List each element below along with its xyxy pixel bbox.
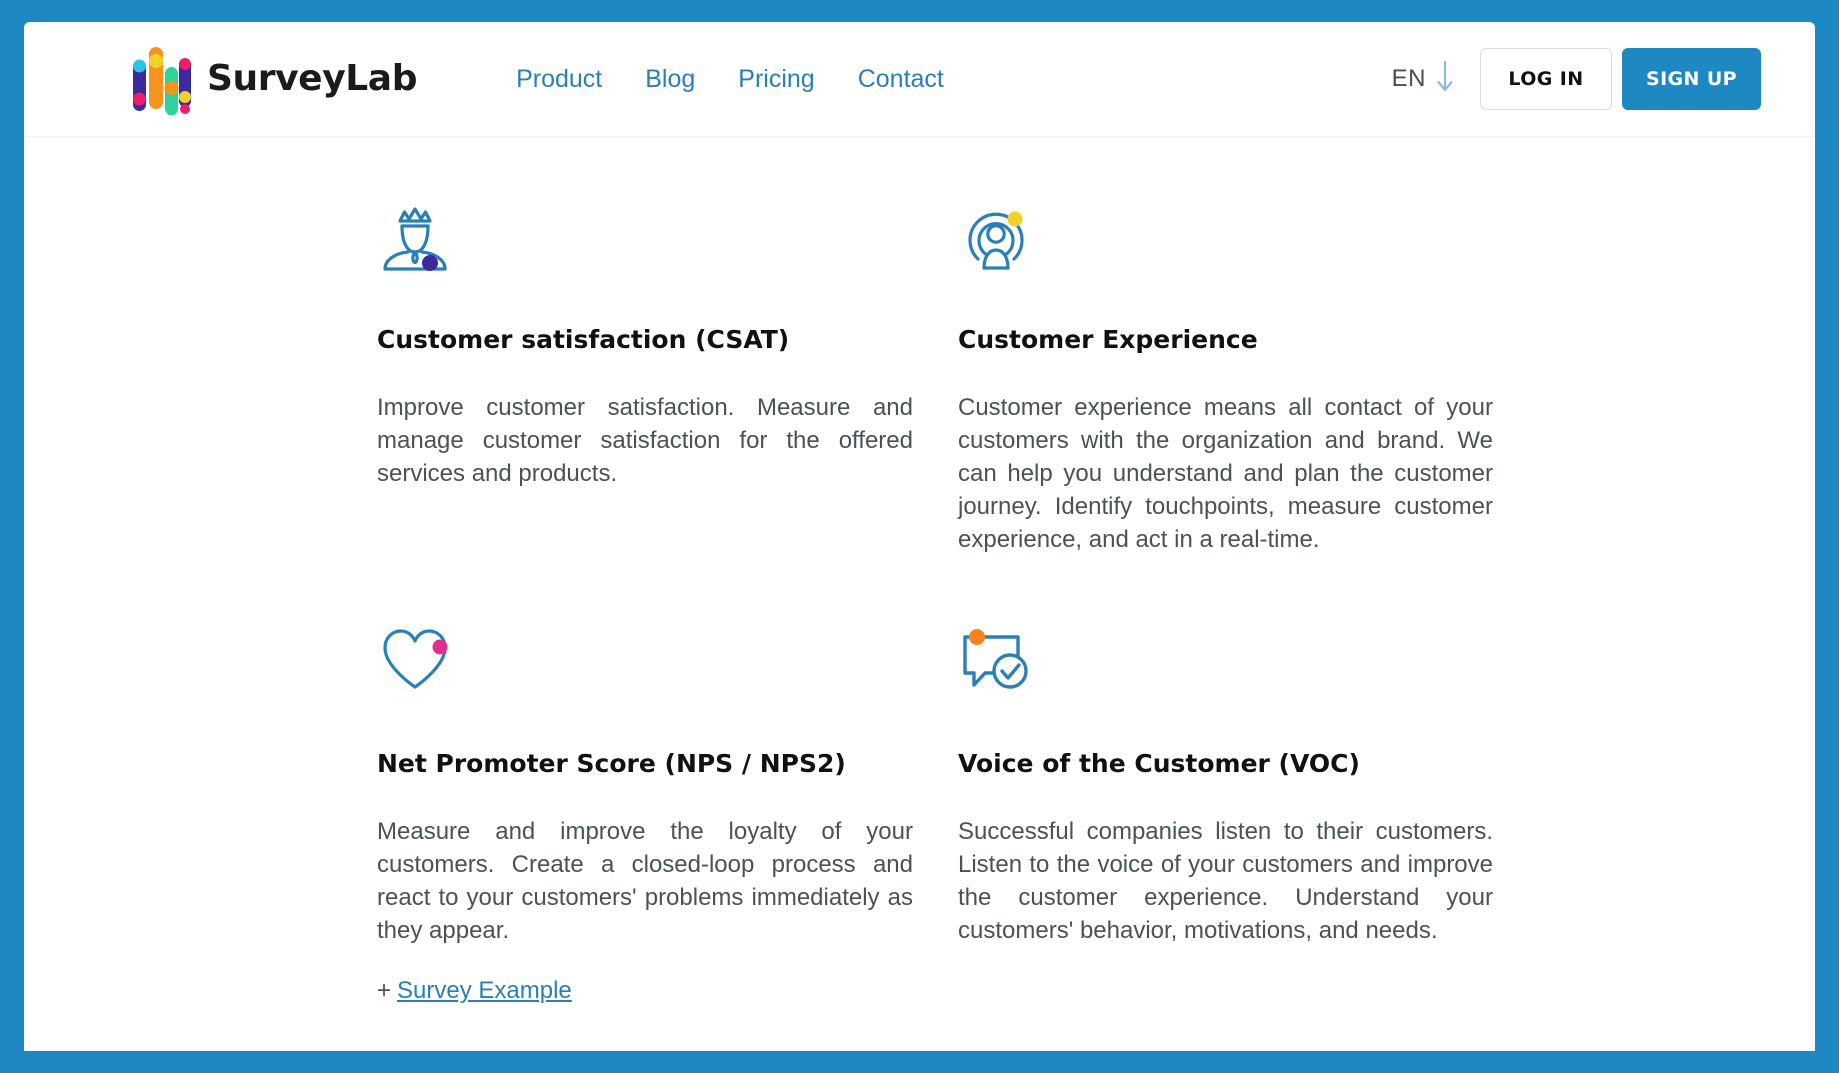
login-button[interactable]: LOG IN bbox=[1480, 48, 1612, 110]
signup-button[interactable]: SIGN UP bbox=[1622, 48, 1761, 110]
feature-card-voc: Voice of the Customer (VOC) Successful c… bbox=[957, 623, 1507, 1005]
feature-card-customer-experience: Customer Experience Customer experience … bbox=[957, 199, 1507, 557]
card-title: Voice of the Customer (VOC) bbox=[958, 748, 1360, 778]
page-canvas: SurveyLab Product Blog Pricing Contact E… bbox=[24, 22, 1815, 1051]
site-logo[interactable]: SurveyLab bbox=[131, 43, 418, 116]
broadcast-person-icon bbox=[958, 199, 1507, 283]
card-body: Successful companies listen to their cus… bbox=[958, 817, 1493, 944]
card-body: Improve customer satisfaction. Measure a… bbox=[377, 394, 913, 488]
language-label: EN bbox=[1391, 65, 1426, 92]
nav-item-blog[interactable]: Blog bbox=[645, 65, 695, 94]
site-header: SurveyLab Product Blog Pricing Contact E… bbox=[24, 22, 1815, 137]
card-body: Measure and improve the loyalty of your … bbox=[377, 817, 913, 944]
nav-item-contact[interactable]: Contact bbox=[858, 65, 944, 94]
content-area: Customer satisfaction (CSAT) Improve cus… bbox=[24, 137, 1815, 1005]
feature-grid-row-1: Customer satisfaction (CSAT) Improve cus… bbox=[377, 199, 1507, 557]
main-navigation: Product Blog Pricing Contact bbox=[516, 65, 944, 94]
speech-bubble-check-icon bbox=[958, 623, 1507, 707]
down-arrow-icon bbox=[1436, 59, 1454, 100]
crowned-person-icon bbox=[377, 199, 957, 283]
feature-grid-row-2: Net Promoter Score (NPS / NPS2) Measure … bbox=[377, 623, 1507, 1005]
feature-card-csat: Customer satisfaction (CSAT) Improve cus… bbox=[377, 199, 957, 557]
brand-name: SurveyLab bbox=[207, 58, 418, 99]
card-title: Customer satisfaction (CSAT) bbox=[377, 325, 790, 354]
feature-card-nps: Net Promoter Score (NPS / NPS2) Measure … bbox=[377, 623, 957, 1005]
heart-outline-icon bbox=[377, 623, 957, 707]
plus-sign: + bbox=[377, 976, 392, 1004]
nav-item-pricing[interactable]: Pricing bbox=[738, 65, 814, 94]
card-body: Customer experience means all contact of… bbox=[958, 394, 1493, 554]
language-selector[interactable]: EN bbox=[1392, 59, 1454, 100]
nav-item-product[interactable]: Product bbox=[516, 65, 602, 94]
survey-example-link[interactable]: Survey Example bbox=[397, 977, 572, 1004]
page-frame: SurveyLab Product Blog Pricing Contact E… bbox=[0, 0, 1839, 1073]
card-title: Customer Experience bbox=[958, 325, 1258, 354]
card-link-row: + Survey Example bbox=[377, 977, 957, 1005]
surveylab-bars-logo-icon bbox=[131, 43, 193, 116]
card-title: Net Promoter Score (NPS / NPS2) bbox=[377, 748, 846, 778]
header-actions: EN LOG IN SIGN UP bbox=[1392, 48, 1761, 110]
